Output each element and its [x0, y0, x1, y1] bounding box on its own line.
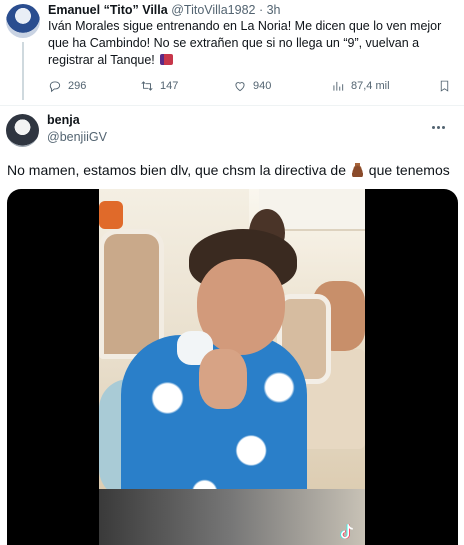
- quoted-tweet[interactable]: Emanuel “Tito” Villa @TitoVilla1982 · 3h…: [0, 0, 464, 105]
- quoted-separator: ·: [258, 3, 264, 17]
- reply-text: No mamen, estamos bien dlv, que chsm la …: [7, 160, 459, 180]
- tweet-divider: [0, 105, 464, 106]
- flag-icon: [160, 54, 174, 65]
- video-player[interactable]: [7, 189, 458, 545]
- video-hand: [199, 349, 247, 409]
- quoted-time[interactable]: 3h: [267, 3, 281, 17]
- views-button[interactable]: 87,4 mil: [331, 79, 390, 93]
- quoted-display-name[interactable]: Emanuel “Tito” Villa: [48, 3, 168, 17]
- quoted-text-body: Iván Morales sigue entrenando en La Nori…: [48, 19, 442, 67]
- reply-text-before: No mamen, estamos bien dlv, que chsm la …: [7, 162, 350, 178]
- retweet-count: 147: [160, 80, 179, 92]
- quoted-text: Iván Morales sigue entrenando en La Nori…: [48, 18, 458, 69]
- like-count: 940: [253, 80, 272, 92]
- quoted-handle[interactable]: @TitoVilla1982: [171, 3, 255, 17]
- quoted-avatar[interactable]: [6, 4, 40, 38]
- views-chart-icon: [333, 81, 344, 91]
- bookmark-icon: [440, 80, 449, 92]
- reply-count: 296: [68, 80, 87, 92]
- video-floor: [99, 489, 365, 545]
- reply-display-name[interactable]: benja: [47, 113, 80, 127]
- retweet-button[interactable]: 147: [140, 79, 178, 93]
- like-button[interactable]: 940: [233, 79, 271, 93]
- bookmark-button[interactable]: [438, 79, 451, 96]
- quoted-header: Emanuel “Tito” Villa @TitoVilla1982 · 3h: [48, 2, 281, 18]
- poop-emoji-icon: [349, 163, 365, 177]
- reply-text-after: que tenemos: [364, 162, 450, 178]
- heart-icon: [235, 82, 245, 92]
- views-count: 87,4 mil: [351, 80, 390, 92]
- video-frame[interactable]: [99, 189, 365, 545]
- thread-line: [22, 42, 24, 100]
- quoted-action-bar: 296 147 940 87,4 mil: [48, 79, 458, 95]
- video-chair-left: [99, 229, 164, 359]
- reply-avatar[interactable]: [6, 114, 39, 147]
- more-icon[interactable]: [432, 116, 450, 129]
- video-orange-object: [99, 201, 123, 229]
- retweet-icon: [141, 81, 153, 91]
- reply-handle[interactable]: @benjiiGV: [47, 130, 107, 144]
- reply-button[interactable]: 296: [48, 79, 86, 93]
- tiktok-icon: [340, 524, 353, 539]
- reply-icon: [49, 81, 61, 93]
